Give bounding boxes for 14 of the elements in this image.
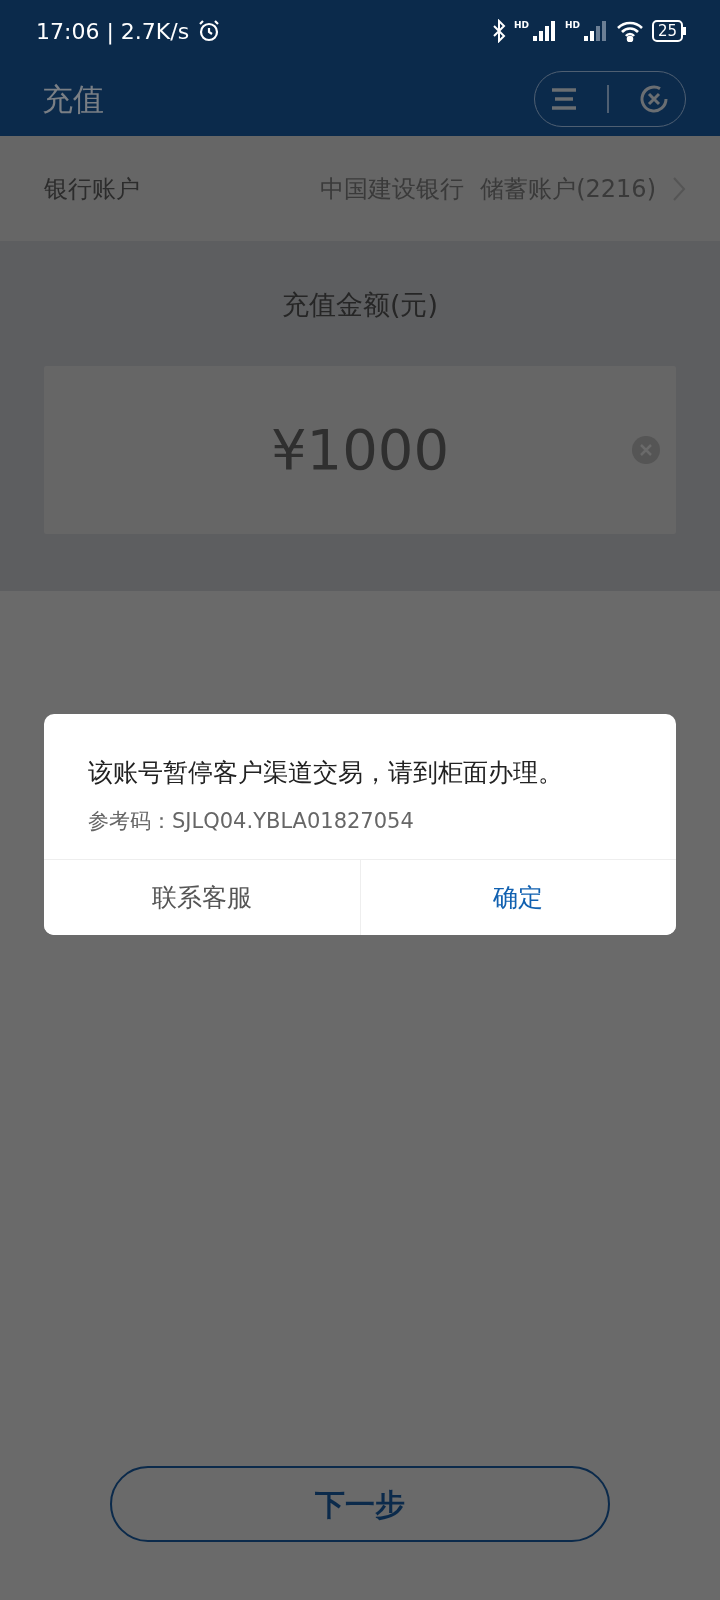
menu-icon[interactable] <box>549 87 578 111</box>
signal-label: HD <box>564 21 580 30</box>
wifi-icon <box>615 20 644 42</box>
dialog-message: 该账号暂停客户渠道交易，请到柜面办理。 <box>87 757 564 789</box>
bluetooth-icon <box>491 19 506 43</box>
status-time: 17:06 | 2.7K/s <box>36 17 190 47</box>
contact-button[interactable]: 联系客服 <box>44 859 360 935</box>
reference-code: 参考码：SJLQ04.YBLA01827054 <box>87 807 415 835</box>
confirm-button[interactable]: 确定 <box>359 859 676 935</box>
amount-label: 充值金额(元) <box>280 288 440 322</box>
signal-label: HD <box>513 21 529 30</box>
page-title: 充值 <box>42 79 104 119</box>
battery-level: 25 <box>657 23 677 39</box>
field-label: 银行账户 <box>44 173 140 205</box>
